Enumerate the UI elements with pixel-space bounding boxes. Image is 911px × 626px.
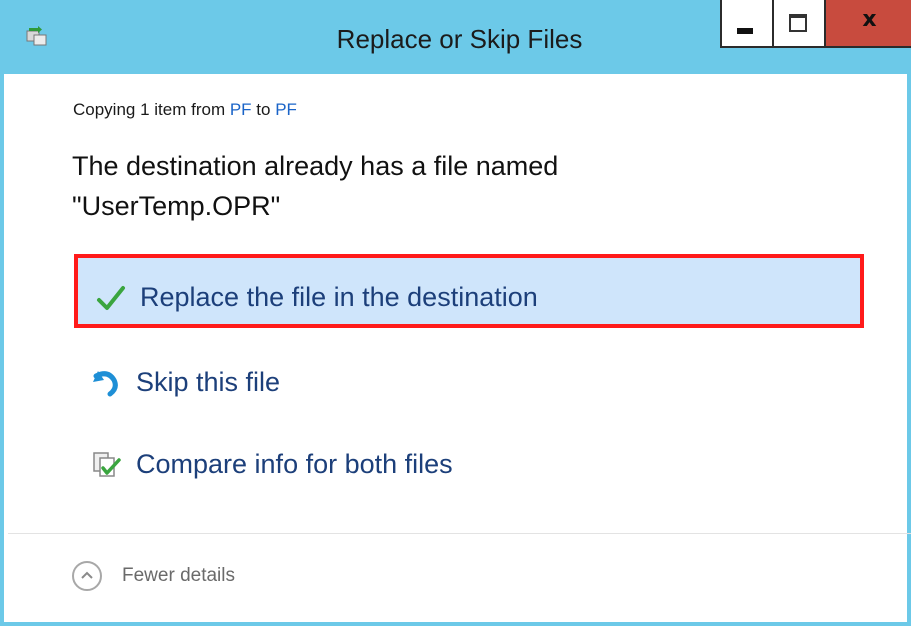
footer-divider: [8, 533, 911, 534]
fewer-details-label: Fewer details: [122, 565, 235, 586]
maximize-button[interactable]: [772, 0, 824, 48]
source-folder-link[interactable]: PF: [230, 100, 252, 119]
copying-middle: to: [251, 100, 276, 119]
replace-option-label: Replace the file in the destination: [140, 282, 538, 312]
destination-folder-link[interactable]: PF: [275, 100, 297, 119]
minimize-icon: [737, 28, 753, 34]
copying-status: Copying 1 item from PF to PF: [73, 100, 297, 120]
message-line-2: "UserTemp.OPR": [72, 191, 281, 221]
skip-option-label: Skip this file: [136, 367, 281, 397]
close-button[interactable]: x: [824, 0, 911, 48]
replace-file-option[interactable]: Replace the file in the destination: [74, 254, 864, 328]
skip-file-option[interactable]: Skip this file: [74, 343, 864, 417]
message-line-1: The destination already has a file named: [72, 151, 559, 181]
copying-prefix: Copying 1 item from: [73, 100, 230, 119]
dialog-window: Replace or Skip Files x Copying 1 item f…: [0, 0, 911, 626]
compare-option-label: Compare info for both files: [136, 449, 453, 479]
compare-files-option[interactable]: Compare info for both files: [74, 425, 864, 499]
maximize-icon: [789, 14, 807, 32]
title-bar[interactable]: Replace or Skip Files x: [4, 0, 911, 74]
checkmark-icon: [97, 286, 125, 310]
conflict-message: The destination already has a file named…: [72, 146, 712, 226]
chevron-up-icon: [72, 561, 102, 591]
close-icon: x: [862, 7, 877, 32]
skip-arrow-icon: [93, 371, 118, 397]
minimize-button[interactable]: [720, 0, 772, 48]
compare-files-icon: [93, 452, 121, 477]
